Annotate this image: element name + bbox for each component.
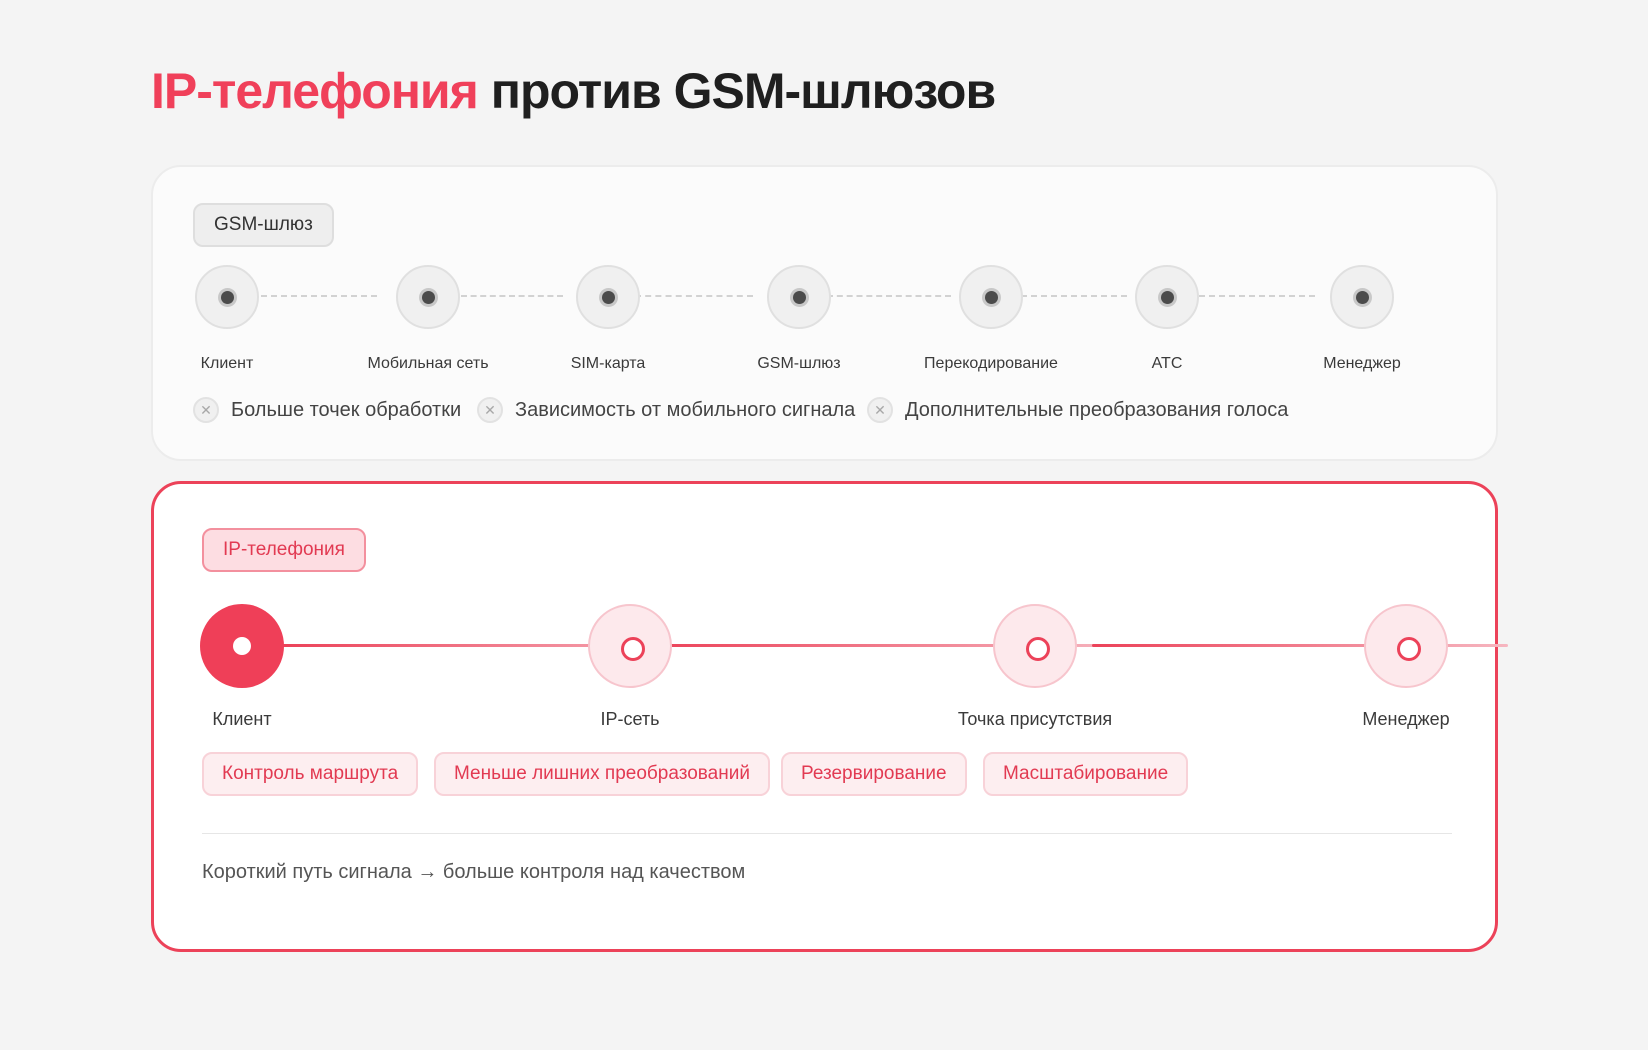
gsm-node-pbx [1135, 265, 1199, 329]
ip-summary: Короткий путь сигнала → больше контроля … [202, 861, 746, 883]
ip-advantage-tag: Меньше лишних преобразований [434, 752, 770, 796]
ip-node-label: Точка присутствия [957, 709, 1113, 729]
gsm-disadvantage-text: Больше точек обработки [231, 398, 462, 421]
gsm-connector [461, 295, 563, 297]
ip-node-point-of-presence [993, 604, 1077, 688]
title-rest: против GSM-шлюзов [490, 63, 996, 119]
gsm-node-manager [1330, 265, 1394, 329]
page-title: IP-телефония против GSM-шлюзов [151, 62, 996, 120]
gsm-node-label: Клиент [200, 355, 254, 372]
gsm-node-mobile-network [396, 265, 460, 329]
x-circle-icon: ✕ [867, 397, 893, 423]
gsm-disadvantage: ✕ Зависимость от мобильного сигнала [477, 395, 855, 425]
ip-advantage-tag: Контроль маршрута [202, 752, 419, 796]
ip-card: IP-телефония Клиент IP-сеть Точка присут… [151, 481, 1508, 952]
ip-node-client [200, 604, 284, 688]
gsm-connector [1021, 295, 1127, 297]
gsm-node-sim-card [576, 265, 640, 329]
x-circle-icon: ✕ [477, 397, 503, 423]
gsm-node-label: Менеджер [1323, 355, 1401, 372]
gsm-label-chip: GSM-шлюз [193, 203, 334, 247]
ip-node-label: IP-сеть [600, 709, 660, 729]
title-accent: IP-телефония [151, 63, 479, 119]
gsm-connector [251, 295, 377, 297]
gsm-node-label: АТС [1151, 355, 1183, 372]
gsm-node-label: Мобильная сеть [367, 355, 489, 372]
gsm-disadvantage-text: Зависимость от мобильного сигнала [515, 398, 856, 421]
ip-node-label: Менеджер [1362, 709, 1450, 729]
gsm-connector [827, 295, 951, 297]
x-circle-icon: ✕ [193, 397, 219, 423]
gsm-connector [635, 295, 753, 297]
page: IP-телефония против GSM-шлюзов GSM-шлюз … [0, 0, 1648, 1050]
gsm-disadvantage-text: Дополнительные преобразования голоса [905, 398, 1289, 421]
gsm-node-gsm-gateway [767, 265, 831, 329]
gsm-node-label: GSM-шлюз [757, 355, 841, 372]
ip-node-ip-network [588, 604, 672, 688]
gsm-disadvantage: ✕ Больше точек обработки [193, 395, 461, 425]
gsm-node-client [195, 265, 259, 329]
gsm-node-label: Перекодирование [924, 355, 1058, 372]
ip-label-chip: IP-телефония [202, 528, 366, 572]
gsm-node-label: SIM-карта [570, 355, 646, 372]
gsm-disadvantage: ✕ Дополнительные преобразования голоса [867, 395, 1288, 425]
ip-node-label: Клиент [212, 709, 272, 729]
ip-advantage-tag: Масштабирование [983, 752, 1189, 796]
ip-advantage-tag: Резервирование [781, 752, 967, 796]
gsm-node-transcoding [959, 265, 1023, 329]
divider [202, 833, 1452, 834]
gsm-connector [1189, 295, 1315, 297]
ip-node-manager [1364, 604, 1448, 688]
gsm-card: GSM-шлюз Клиент Мобильная сеть SIM-карта… [151, 165, 1498, 461]
